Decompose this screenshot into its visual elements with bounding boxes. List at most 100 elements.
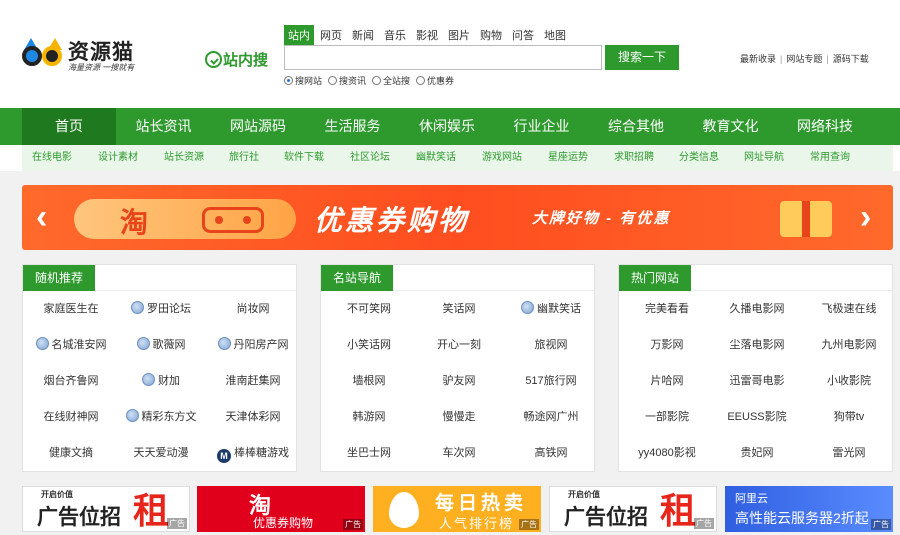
site-link[interactable]: 小笑话网: [323, 335, 415, 355]
site-link[interactable]: 尚妆网: [207, 299, 299, 319]
subnav-item[interactable]: 站长资源: [164, 145, 204, 171]
subnav-item[interactable]: 求职招聘: [614, 145, 654, 171]
search-tab[interactable]: 影视: [412, 25, 442, 45]
subnav-item[interactable]: 社区论坛: [350, 145, 390, 171]
search-options: 搜网站 搜资讯 全站搜 优惠券: [284, 74, 460, 87]
ad-slot-taobao[interactable]: 淘 优惠券购物 广告: [197, 486, 365, 532]
site-link[interactable]: 狗带tv: [803, 407, 895, 427]
site-link[interactable]: EEUSS影院: [711, 407, 803, 427]
search-tab[interactable]: 网页: [316, 25, 346, 45]
ad-slot-rent-1[interactable]: 开启价值 广告位招 租 广告: [22, 486, 190, 532]
site-link[interactable]: 罗田论坛: [115, 299, 207, 319]
panel-title: 随机推荐: [23, 265, 96, 291]
search-option-radio[interactable]: 全站搜: [372, 76, 410, 86]
site-link[interactable]: 飞极速在线: [803, 299, 895, 319]
search-button[interactable]: 搜索一下: [605, 45, 679, 70]
subnav-item[interactable]: 常用查询: [810, 145, 850, 171]
site-link[interactable]: 雷光网: [803, 443, 895, 463]
ad-slot-daily-hot[interactable]: 每日热卖 人气排行榜 广告: [373, 486, 541, 532]
top-link[interactable]: 源码下载: [833, 54, 869, 64]
subnav-item[interactable]: 在线电影: [32, 145, 72, 171]
ad-slot-rent-2[interactable]: 开启价值 广告位招 租 广告: [549, 486, 717, 532]
search-tab[interactable]: 购物: [476, 25, 506, 45]
site-link[interactable]: 完美看看: [621, 299, 713, 319]
subnav-item[interactable]: 星座运势: [548, 145, 588, 171]
site-link[interactable]: 一部影院: [621, 407, 713, 427]
search-tab[interactable]: 新闻: [348, 25, 378, 45]
banner-tao-text: 淘: [120, 207, 149, 238]
site-link[interactable]: 旅视网: [505, 335, 597, 355]
search-option-radio[interactable]: 搜网站: [284, 76, 322, 86]
site-link[interactable]: 小收影院: [803, 371, 895, 391]
search-tab[interactable]: 问答: [508, 25, 538, 45]
nav-item[interactable]: 生活服务: [306, 108, 400, 145]
site-link[interactable]: 尘落电影网: [711, 335, 803, 355]
search-tab[interactable]: 音乐: [380, 25, 410, 45]
search-tab[interactable]: 站内: [284, 25, 314, 45]
site-link[interactable]: 财加: [115, 371, 207, 391]
subnav-item[interactable]: 幽默笑话: [416, 145, 456, 171]
site-link[interactable]: M 棒棒糖游戏: [207, 443, 299, 463]
cat-logo-icon: [22, 38, 66, 70]
subnav-item[interactable]: 网址导航: [744, 145, 784, 171]
search-option-radio[interactable]: 搜资讯: [328, 76, 366, 86]
site-link[interactable]: 韩游网: [323, 407, 415, 427]
site-link[interactable]: 开心一刻: [413, 335, 505, 355]
site-link[interactable]: 烟台齐鲁网: [25, 371, 117, 391]
site-link[interactable]: 幽默笑话: [505, 299, 597, 319]
site-link[interactable]: 贵妃网: [711, 443, 803, 463]
nav-item[interactable]: 站长资讯: [117, 108, 211, 145]
site-link[interactable]: 高铁网: [505, 443, 597, 463]
site-link[interactable]: 517旅行网: [505, 371, 597, 391]
subnav-item[interactable]: 软件下载: [284, 145, 324, 171]
site-link[interactable]: 墙根网: [323, 371, 415, 391]
subnav-item[interactable]: 游戏网站: [482, 145, 522, 171]
site-link[interactable]: 歌薇网: [115, 335, 207, 355]
nav-item[interactable]: 网络科技: [778, 108, 872, 145]
site-link[interactable]: 精彩东方文: [115, 407, 207, 427]
site-link[interactable]: 健康文摘: [25, 443, 117, 463]
site-link[interactable]: 天天爱动漫: [115, 443, 207, 463]
nav-item[interactable]: 教育文化: [684, 108, 778, 145]
top-link[interactable]: 网站专题: [786, 54, 822, 64]
globe-icon: [521, 301, 534, 314]
radio-icon: [416, 76, 426, 85]
site-link[interactable]: 久播电影网: [711, 299, 803, 319]
site-link[interactable]: 慢慢走: [413, 407, 505, 427]
site-link[interactable]: 畅途网广州: [505, 407, 597, 427]
site-link[interactable]: 九州电影网: [803, 335, 895, 355]
subnav-item[interactable]: 分类信息: [679, 145, 719, 171]
site-link[interactable]: 车次网: [413, 443, 505, 463]
search-input[interactable]: [284, 45, 602, 70]
nav-item[interactable]: 网站源码: [211, 108, 305, 145]
search-tab[interactable]: 图片: [444, 25, 474, 45]
search-option-radio[interactable]: 优惠券: [416, 76, 454, 86]
banner-prev-arrow-icon[interactable]: ‹: [36, 197, 47, 237]
site-link[interactable]: 家庭医生在: [25, 299, 117, 319]
nav-item[interactable]: 综合其他: [589, 108, 683, 145]
nav-item[interactable]: 首页: [22, 108, 116, 145]
subnav-item[interactable]: 设计素材: [98, 145, 138, 171]
promo-banner[interactable]: 淘 优惠券购物 大牌好物 - 有优惠 ‹ ›: [22, 185, 893, 250]
site-link[interactable]: 丹阳房产网: [207, 335, 299, 355]
banner-next-arrow-icon[interactable]: ›: [860, 197, 871, 237]
ad-slot-aliyun[interactable]: 阿里云 高性能云服务器2折起 广告: [725, 486, 893, 532]
nav-item[interactable]: 休闲娱乐: [400, 108, 494, 145]
site-logo[interactable]: 资源猫 海量资源 一搜就有: [22, 34, 134, 74]
site-link[interactable]: 不可笑网: [323, 299, 415, 319]
site-link[interactable]: 天津体彩网: [207, 407, 299, 427]
nav-item[interactable]: 行业企业: [495, 108, 589, 145]
subnav-item[interactable]: 旅行社: [229, 145, 259, 171]
site-link[interactable]: 淮南赶集网: [207, 371, 299, 391]
site-link[interactable]: 万影网: [621, 335, 713, 355]
site-link[interactable]: 笑话网: [413, 299, 505, 319]
site-link[interactable]: 在线财神网: [25, 407, 117, 427]
site-link[interactable]: 名城淮安网: [25, 335, 117, 355]
site-link[interactable]: 迅雷哥电影: [711, 371, 803, 391]
site-link[interactable]: yy4080影视: [621, 443, 713, 463]
top-link[interactable]: 最新收录: [740, 54, 776, 64]
site-link[interactable]: 坐巴士网: [323, 443, 415, 463]
search-tab[interactable]: 地图: [540, 25, 570, 45]
site-link[interactable]: 片哈网: [621, 371, 713, 391]
site-link[interactable]: 驴友网: [413, 371, 505, 391]
